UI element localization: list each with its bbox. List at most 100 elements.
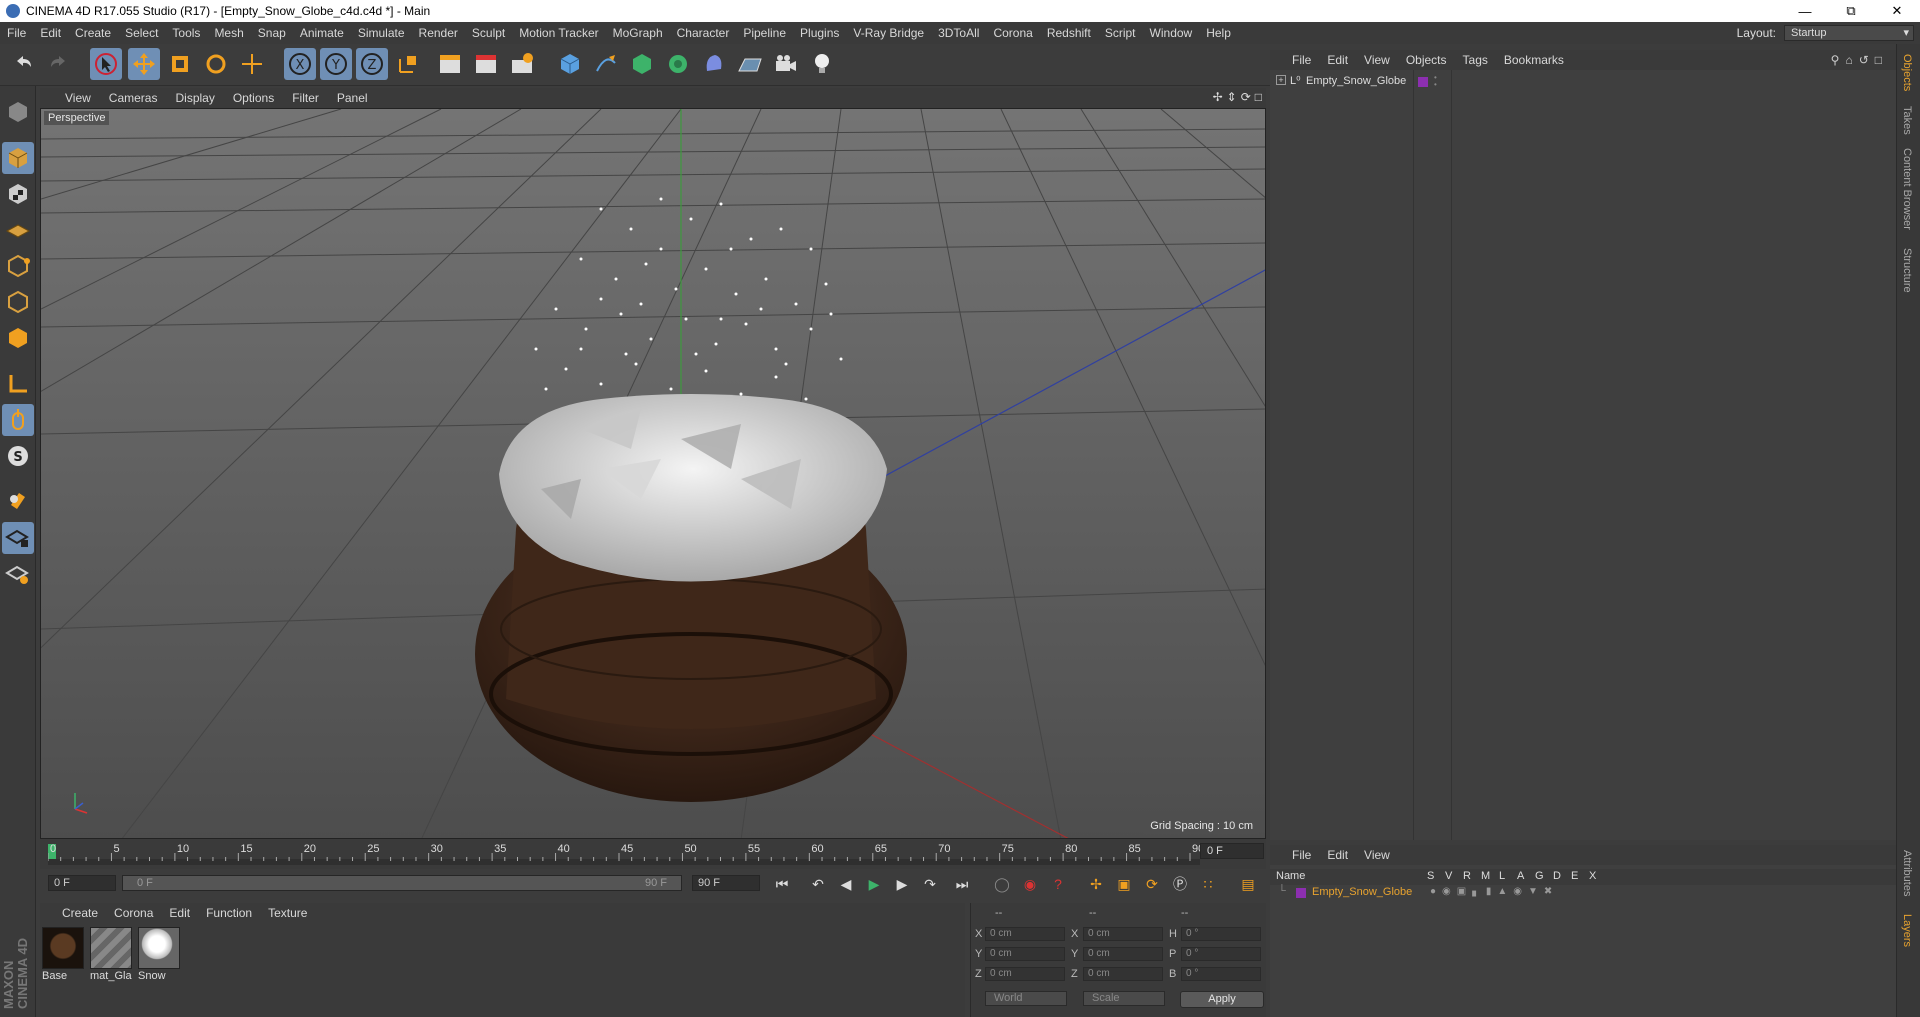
layer-flag-icons[interactable]: ●◉▣▖▮▲◉▼✖	[1430, 886, 1558, 897]
pen-spline-button[interactable]	[590, 48, 622, 80]
rotate-tool[interactable]	[200, 48, 232, 80]
object-menu-edit[interactable]: Edit	[1319, 53, 1356, 67]
light-button[interactable]	[806, 48, 838, 80]
workplane-mode-button[interactable]	[2, 214, 34, 246]
layer-color-swatch[interactable]	[1296, 888, 1306, 898]
object-menu-objects[interactable]: Objects	[1398, 53, 1455, 67]
menu-snap[interactable]: Snap	[251, 26, 293, 40]
viewport-menu-filter[interactable]: Filter	[283, 91, 328, 105]
viewport-menu-display[interactable]: Display	[166, 91, 223, 105]
points-mode-button[interactable]	[2, 250, 34, 282]
tab-layers[interactable]: Layers	[1901, 914, 1913, 947]
material-menu-edit[interactable]: Edit	[161, 906, 198, 920]
menu-create[interactable]: Create	[68, 26, 118, 40]
floor-button[interactable]	[734, 48, 766, 80]
viewport-rotate-icon[interactable]: ⟳	[1241, 90, 1251, 104]
material-menu-function[interactable]: Function	[198, 906, 260, 920]
x-axis-lock[interactable]: X	[284, 48, 316, 80]
keyframe-selection-button[interactable]: ?	[1046, 873, 1070, 895]
frame-range-slider[interactable]: 0 F 90 F	[122, 875, 682, 891]
menu-redshift[interactable]: Redshift	[1040, 26, 1098, 40]
viewport-maximize-icon[interactable]: □	[1255, 90, 1262, 104]
menu-plugins[interactable]: Plugins	[793, 26, 846, 40]
current-frame-field[interactable]: 0 F	[48, 875, 116, 891]
object-menu-bookmarks[interactable]: Bookmarks	[1496, 53, 1572, 67]
timeline-window-button[interactable]: ▤	[1236, 873, 1260, 895]
menu-3dtoall[interactable]: 3DToAll	[931, 26, 986, 40]
rotation-h-field[interactable]: 0 °	[1181, 927, 1261, 941]
size-x-field[interactable]: 0 cm	[1083, 927, 1163, 941]
parameter-key-button[interactable]: Ⓟ	[1168, 873, 1192, 895]
redo-button[interactable]	[42, 48, 74, 80]
menu-script[interactable]: Script	[1098, 26, 1143, 40]
close-button[interactable]: ✕	[1874, 0, 1920, 22]
material-menu-corona[interactable]: Corona	[106, 906, 161, 920]
live-selection-tool[interactable]	[90, 48, 122, 80]
recent-tool[interactable]	[236, 48, 268, 80]
next-key-button[interactable]: ↷	[918, 873, 942, 895]
size-z-field[interactable]: 0 cm	[1083, 967, 1163, 981]
tweak-mode-button[interactable]	[2, 404, 34, 436]
scale-tool[interactable]	[164, 48, 196, 80]
position-x-field[interactable]: 0 cm	[985, 927, 1065, 941]
tab-objects[interactable]: Objects	[1901, 54, 1913, 91]
rotation-p-field[interactable]: 0 °	[1181, 947, 1261, 961]
size-mode-dropdown[interactable]: Scale	[1083, 991, 1165, 1006]
coordinate-space-dropdown[interactable]: World	[985, 991, 1067, 1006]
position-y-field[interactable]: 0 cm	[985, 947, 1065, 961]
object-manager-search-icon[interactable]: ⚲⌂↺□	[1831, 53, 1888, 67]
menu-simulate[interactable]: Simulate	[351, 26, 412, 40]
scale-key-button[interactable]: ▣	[1112, 873, 1136, 895]
timeline-ruler[interactable]: 0 5 10 15 20 25 30 35 40 45 50 55 60 65 70 75 80 85 90 0 F	[40, 839, 1266, 869]
tab-structure[interactable]: Structure	[1901, 248, 1913, 293]
menu-pipeline[interactable]: Pipeline	[736, 26, 793, 40]
edges-mode-button[interactable]	[2, 286, 34, 318]
autokeying-button[interactable]: ◉	[1018, 873, 1042, 895]
previous-key-button[interactable]: ↶	[806, 873, 830, 895]
menu-sculpt[interactable]: Sculpt	[465, 26, 512, 40]
viewport-pan-icon[interactable]: ✢	[1213, 90, 1223, 104]
viewport-menu-cameras[interactable]: Cameras	[100, 91, 167, 105]
y-axis-lock[interactable]: Y	[320, 48, 352, 80]
material-menu-create[interactable]: Create	[54, 906, 106, 920]
expand-icon[interactable]: +	[1276, 75, 1286, 85]
cloner-button[interactable]	[662, 48, 694, 80]
timeline-frame-field[interactable]: 0 F	[1200, 843, 1264, 859]
menu-window[interactable]: Window	[1143, 26, 1200, 40]
tab-attributes[interactable]: Attributes	[1901, 850, 1913, 896]
material-swatch[interactable]: Base	[42, 927, 86, 982]
material-swatch[interactable]: mat_Gla	[90, 927, 134, 982]
menu-file[interactable]: File	[0, 26, 33, 40]
render-settings-button[interactable]	[506, 48, 538, 80]
visibility-dots-icon[interactable]: • •	[1434, 74, 1437, 89]
cube-object-button[interactable]	[554, 48, 586, 80]
perspective-viewport[interactable]: Perspective Grid Spacing : 10 cm	[40, 108, 1266, 839]
apply-button[interactable]: Apply	[1180, 991, 1264, 1008]
minimize-button[interactable]: —	[1782, 0, 1828, 22]
layer-menu-view[interactable]: View	[1356, 848, 1398, 862]
object-menu-tags[interactable]: Tags	[1455, 53, 1496, 67]
size-y-field[interactable]: 0 cm	[1083, 947, 1163, 961]
enable-axis-button[interactable]	[2, 368, 34, 400]
object-row[interactable]: + L⁰ Empty_Snow_Globe • •	[1270, 74, 1896, 90]
position-key-button[interactable]: ✢	[1084, 873, 1108, 895]
polygons-mode-button[interactable]	[2, 322, 34, 354]
layer-color-swatch[interactable]	[1418, 77, 1428, 87]
layer-name[interactable]: Empty_Snow_Globe	[1312, 886, 1412, 898]
z-axis-lock[interactable]: Z	[356, 48, 388, 80]
menu-mesh[interactable]: Mesh	[207, 26, 250, 40]
camera-button[interactable]	[770, 48, 802, 80]
object-menu-view[interactable]: View	[1356, 53, 1398, 67]
menu-mograph[interactable]: MoGraph	[606, 26, 670, 40]
coordinate-system-button[interactable]	[392, 48, 424, 80]
render-view-button[interactable]	[434, 48, 466, 80]
menu-render[interactable]: Render	[412, 26, 465, 40]
workplane-lock-button[interactable]	[2, 522, 34, 554]
tab-content-browser[interactable]: Content Browser	[1901, 148, 1913, 230]
snap-button[interactable]	[2, 484, 34, 516]
menu-help[interactable]: Help	[1199, 26, 1238, 40]
move-tool[interactable]	[128, 48, 160, 80]
play-button[interactable]: ▶	[862, 873, 886, 895]
point-level-button[interactable]: ∷	[1196, 873, 1220, 895]
menu-select[interactable]: Select	[118, 26, 165, 40]
